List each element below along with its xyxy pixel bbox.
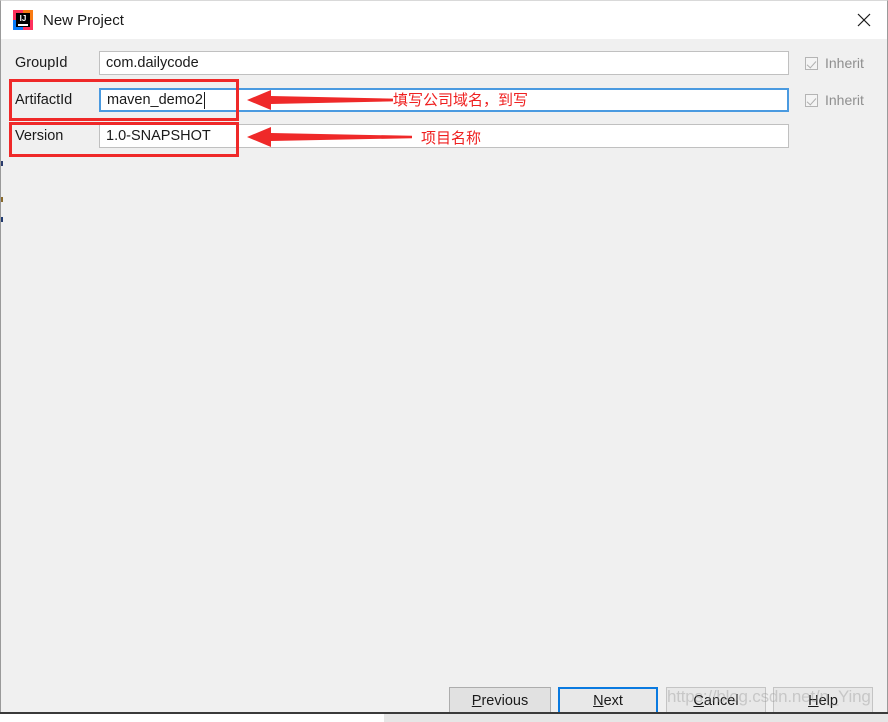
groupid-inherit-label: Inherit xyxy=(825,55,864,71)
groupid-inherit-checkbox[interactable]: Inherit xyxy=(805,55,864,71)
new-project-dialog: New Project GroupId com.dailycode Inheri… xyxy=(0,0,888,722)
checkbox-icon xyxy=(805,56,818,70)
help-button[interactable]: Help xyxy=(773,687,873,714)
help-mnemonic: H xyxy=(808,692,819,709)
cancel-mnemonic: C xyxy=(693,692,704,709)
intellij-idea-icon xyxy=(13,10,33,30)
artifactid-label: ArtifactId xyxy=(15,92,73,108)
window-title: New Project xyxy=(43,11,124,29)
close-icon[interactable] xyxy=(841,1,887,39)
next-label: ext xyxy=(603,692,623,709)
previous-label: revious xyxy=(481,692,529,709)
help-label: elp xyxy=(818,692,838,709)
cancel-button[interactable]: Cancel xyxy=(666,687,766,714)
artifactid-inherit-checkbox[interactable]: Inherit xyxy=(805,92,864,108)
artifactid-inherit-label: Inherit xyxy=(825,92,864,108)
window-bottom-edge xyxy=(0,712,888,714)
maven-coordinates-form: GroupId com.dailycode Inherit ArtifactId… xyxy=(1,39,887,679)
groupid-label: GroupId xyxy=(15,55,68,71)
edge-artifact xyxy=(1,161,3,166)
text-caret xyxy=(203,91,205,109)
artifactid-value: maven_demo2 xyxy=(107,92,203,108)
previous-mnemonic: P xyxy=(471,692,482,709)
groupid-value: com.dailycode xyxy=(106,55,199,71)
version-label: Version xyxy=(15,128,64,144)
checkbox-icon xyxy=(805,93,818,107)
background-window xyxy=(384,714,888,722)
annotation-note-groupid: 填写公司域名，到写 xyxy=(393,91,529,109)
edge-artifact xyxy=(1,197,3,202)
previous-button[interactable]: Previous xyxy=(449,687,551,714)
next-mnemonic: N xyxy=(593,692,604,709)
cancel-label: ancel xyxy=(703,692,739,709)
groupid-row: GroupId com.dailycode Inherit xyxy=(1,50,887,76)
next-button[interactable]: Next xyxy=(558,687,658,714)
edge-artifact xyxy=(1,217,3,222)
version-value: 1.0-SNAPSHOT xyxy=(106,128,211,144)
title-bar: New Project xyxy=(1,1,887,39)
groupid-input[interactable]: com.dailycode xyxy=(99,51,789,75)
annotation-note-artifactid: 项目名称 xyxy=(421,129,482,147)
